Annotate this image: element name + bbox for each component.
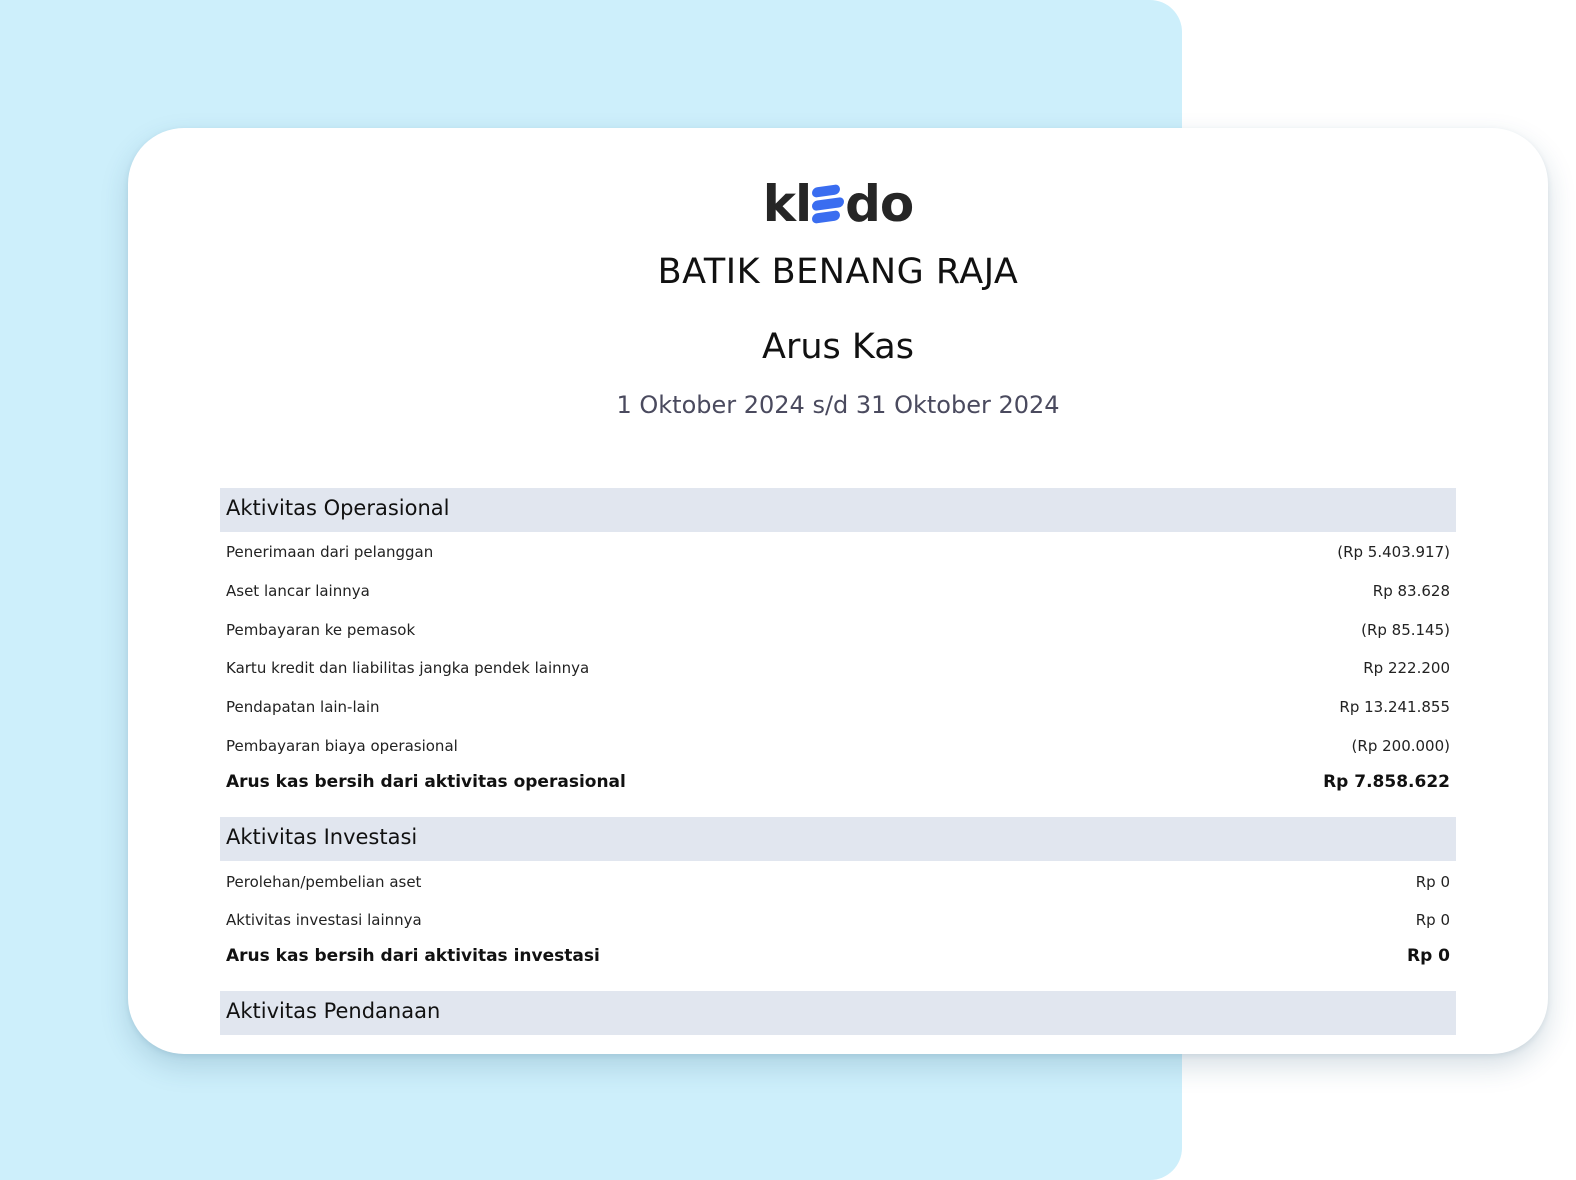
table-row: Aset lancar lainnya Rp 83.628: [220, 577, 1456, 605]
row-label: Perolehan/pembelian aset: [226, 873, 422, 891]
table-row: Aktivitas investasi lainnya Rp 0: [220, 906, 1456, 934]
section-title: Aktivitas Pendanaan: [226, 999, 441, 1023]
row-label: Pembayaran ke pemasok: [226, 621, 416, 639]
table-row: Penerimaan dari pelanggan (Rp 5.403.917): [220, 538, 1456, 566]
section-header-pendanaan: Aktivitas Pendanaan: [220, 991, 1456, 1035]
report-title: Arus Kas: [762, 327, 914, 367]
section-header-investasi: Aktivitas Investasi: [220, 817, 1456, 861]
row-amount[interactable]: (Rp 85.145): [1361, 616, 1450, 644]
row-label: Pembayaran biaya operasional: [226, 737, 458, 755]
logo-text-start: kl: [762, 175, 812, 233]
row-amount[interactable]: Rp 13.241.855: [1339, 693, 1450, 721]
total-label: Arus kas bersih dari aktivitas operasion…: [226, 772, 626, 792]
row-label: Pendapatan lain-lain: [226, 698, 380, 716]
total-amount[interactable]: Rp 0: [1407, 942, 1450, 970]
row-label: Kartu kredit dan liabilitas jangka pende…: [226, 659, 590, 677]
row-amount[interactable]: Rp 222.200: [1363, 654, 1450, 682]
logo-mark-icon: [812, 183, 845, 224]
table-row: Kartu kredit dan liabilitas jangka pende…: [220, 654, 1456, 682]
table-row: Perolehan/pembelian aset Rp 0: [220, 868, 1456, 896]
row-amount[interactable]: (Rp 200.000): [1352, 732, 1450, 760]
section-title: Aktivitas Investasi: [226, 825, 418, 849]
row-amount[interactable]: Rp 0: [1416, 906, 1450, 934]
table-row: Pembayaran biaya operasional (Rp 200.000…: [220, 732, 1456, 760]
company-name: BATIK BENANG RAJA: [657, 252, 1019, 292]
total-row-operasional: Arus kas bersih dari aktivitas operasion…: [220, 768, 1456, 796]
kledo-logo: kl do: [128, 178, 1548, 230]
total-amount[interactable]: Rp 7.858.622: [1323, 768, 1450, 796]
report-period: 1 Oktober 2024 s/d 31 Oktober 2024: [616, 391, 1060, 419]
row-amount[interactable]: Rp 0: [1416, 868, 1450, 896]
row-label: Penerimaan dari pelanggan: [226, 543, 434, 561]
table-row: Pembayaran ke pemasok (Rp 85.145): [220, 616, 1456, 644]
section-header-operasional: Aktivitas Operasional: [220, 488, 1456, 532]
row-label: Aktivitas investasi lainnya: [226, 911, 422, 929]
row-amount[interactable]: (Rp 5.403.917): [1337, 538, 1450, 566]
table-row: Pendapatan lain-lain Rp 13.241.855: [220, 693, 1456, 721]
total-row-investasi: Arus kas bersih dari aktivitas investasi…: [220, 942, 1456, 970]
logo-text-end: do: [845, 175, 914, 233]
row-amount[interactable]: Rp 83.628: [1373, 577, 1450, 605]
total-label: Arus kas bersih dari aktivitas investasi: [226, 946, 600, 966]
section-title: Aktivitas Operasional: [226, 496, 450, 520]
row-label: Aset lancar lainnya: [226, 582, 370, 600]
report-card: kl do BATIK BENANG RAJA Arus Kas 1 Oktobe…: [128, 128, 1548, 1054]
